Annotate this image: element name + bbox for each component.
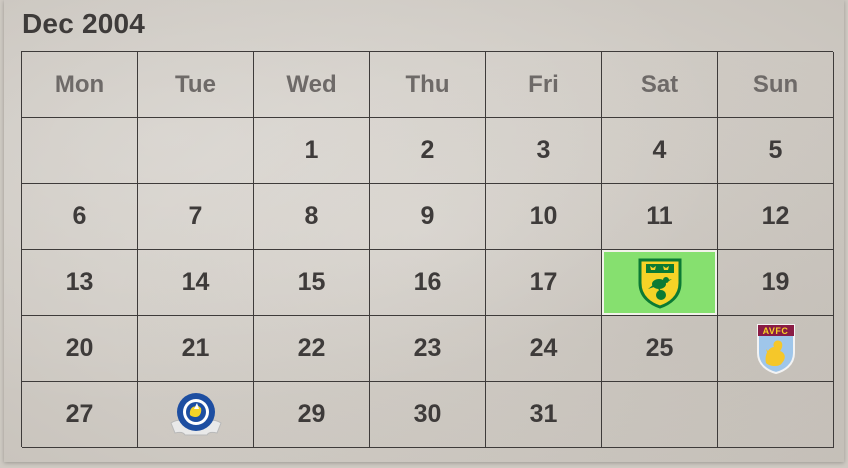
day-cell-23[interactable]: 23 xyxy=(370,316,486,382)
day-cell-8[interactable]: 8 xyxy=(254,184,370,250)
day-cell-21[interactable]: 21 xyxy=(138,316,254,382)
weekday-header-thu: Thu xyxy=(370,52,486,118)
day-cell-14[interactable]: 14 xyxy=(138,250,254,316)
day-cell-1[interactable]: 1 xyxy=(254,118,370,184)
norwich-city-crest-icon xyxy=(637,257,683,309)
day-cell-4[interactable]: 4 xyxy=(602,118,718,184)
day-cell-11[interactable]: 11 xyxy=(602,184,718,250)
day-cell-24[interactable]: 24 xyxy=(486,316,602,382)
day-cell-18-event[interactable] xyxy=(602,250,718,316)
day-cell-13[interactable]: 13 xyxy=(22,250,138,316)
weekday-header-sun: Sun xyxy=(718,52,834,118)
weekday-header-fri: Fri xyxy=(486,52,602,118)
day-cell-17[interactable]: 17 xyxy=(486,250,602,316)
day-cell-22[interactable]: 22 xyxy=(254,316,370,382)
aston-villa-crest-text: AVFC xyxy=(762,326,789,336)
calendar-grid: Mon Tue Wed Thu Fri Sat Sun 1 2 3 4 5 6 … xyxy=(21,51,834,448)
day-cell-29[interactable]: 29 xyxy=(254,382,370,448)
day-cell-5[interactable]: 5 xyxy=(718,118,834,184)
day-cell-empty xyxy=(138,118,254,184)
weekday-header-tue: Tue xyxy=(138,52,254,118)
day-cell-25[interactable]: 25 xyxy=(602,316,718,382)
day-cell-30[interactable]: 30 xyxy=(370,382,486,448)
day-cell-9[interactable]: 9 xyxy=(370,184,486,250)
calendar-paper: Dec 2004 Mon Tue Wed Thu Fri Sat Sun 1 2… xyxy=(4,0,844,462)
day-cell-15[interactable]: 15 xyxy=(254,250,370,316)
day-cell-2[interactable]: 2 xyxy=(370,118,486,184)
weekday-header-mon: Mon xyxy=(22,52,138,118)
day-cell-28-event[interactable] xyxy=(138,382,254,448)
weekday-header-wed: Wed xyxy=(254,52,370,118)
day-cell-27[interactable]: 27 xyxy=(22,382,138,448)
portsmouth-crest-icon xyxy=(169,391,223,439)
day-cell-19[interactable]: 19 xyxy=(718,250,834,316)
day-cell-20[interactable]: 20 xyxy=(22,316,138,382)
day-cell-12[interactable]: 12 xyxy=(718,184,834,250)
day-cell-31[interactable]: 31 xyxy=(486,382,602,448)
day-cell-6[interactable]: 6 xyxy=(22,184,138,250)
day-cell-empty xyxy=(602,382,718,448)
month-title: Dec 2004 xyxy=(22,8,146,39)
day-cell-16[interactable]: 16 xyxy=(370,250,486,316)
day-cell-3[interactable]: 3 xyxy=(486,118,602,184)
day-cell-10[interactable]: 10 xyxy=(486,184,602,250)
day-cell-7[interactable]: 7 xyxy=(138,184,254,250)
day-cell-empty xyxy=(718,382,834,448)
weekday-header-sat: Sat xyxy=(602,52,718,118)
day-cell-empty xyxy=(22,118,138,184)
day-cell-26-event[interactable]: AVFC xyxy=(718,316,834,382)
